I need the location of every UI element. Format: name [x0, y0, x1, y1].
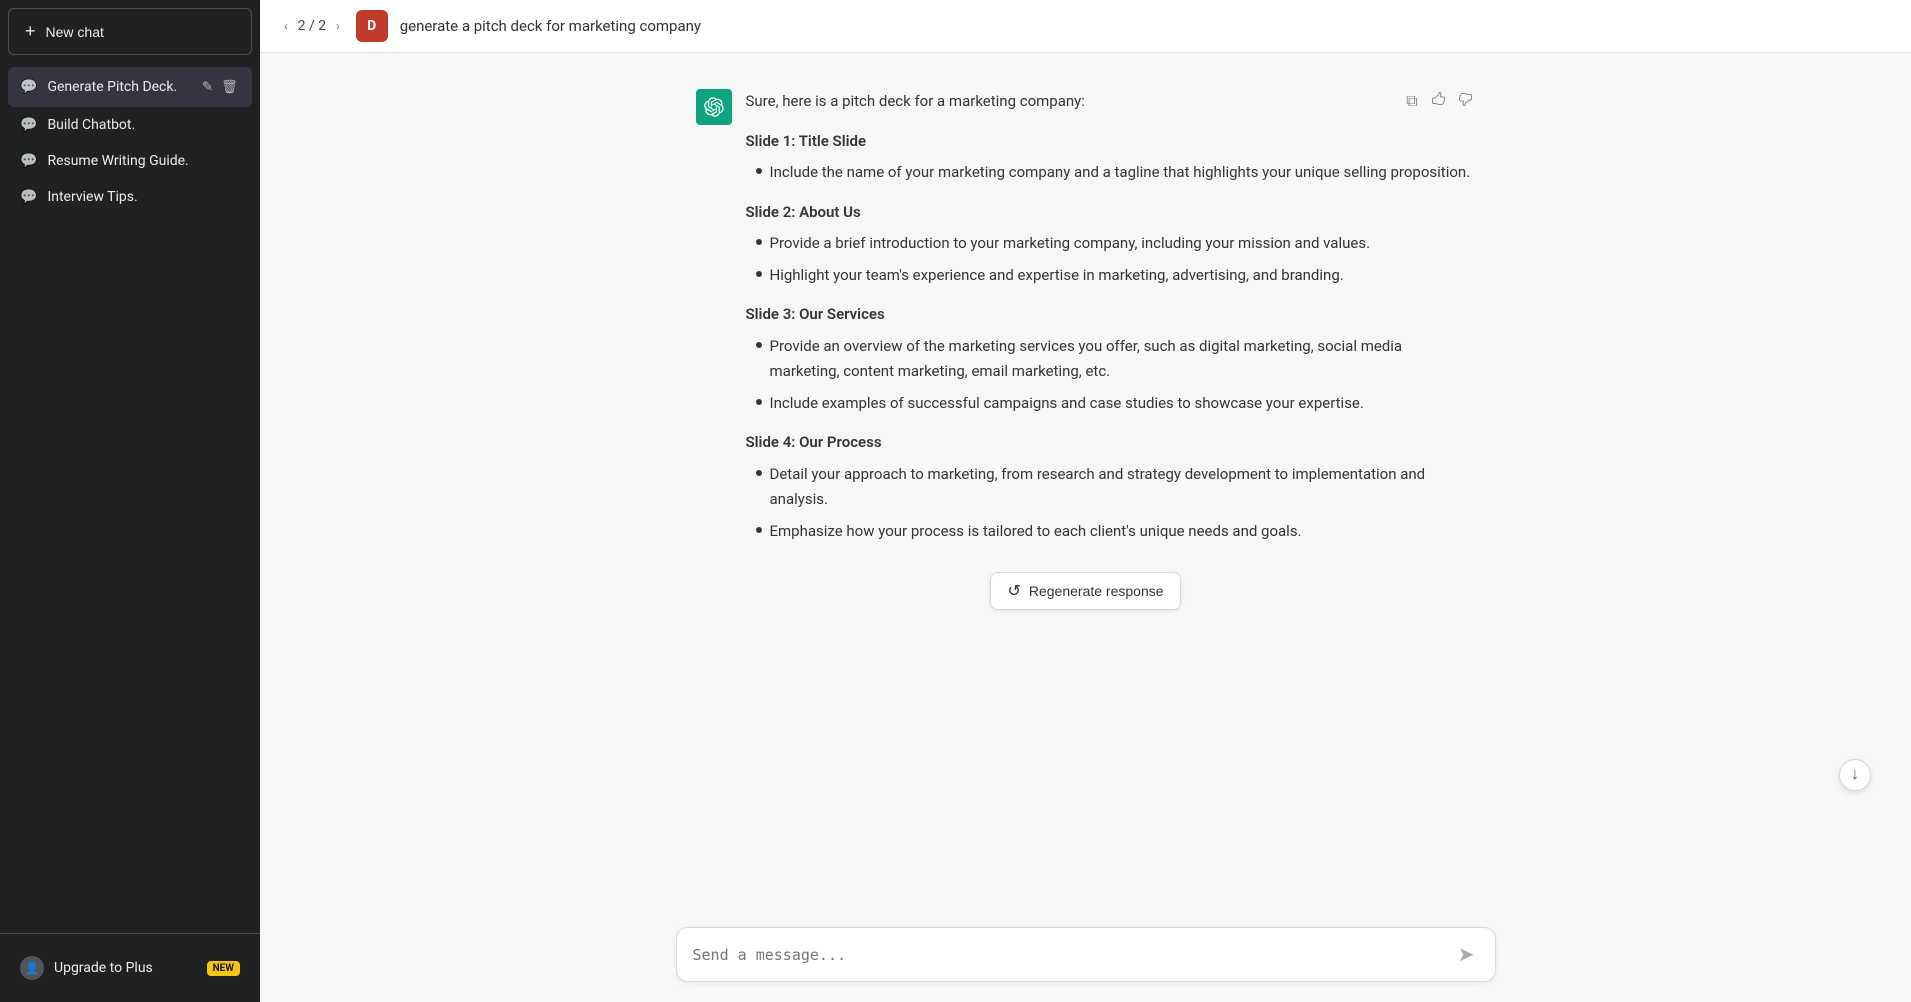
new-chat-label: New chat [46, 24, 104, 40]
bullet-icon [756, 168, 762, 174]
scroll-down-button[interactable]: ↓ [1839, 759, 1871, 791]
list-item: Provide a brief introduction to your mar… [756, 231, 1476, 257]
header: ‹ 2 / 2 › D generate a pitch deck for ma… [260, 0, 1911, 53]
bullet-icon [756, 239, 762, 245]
sidebar-bottom: 👤 Upgrade to Plus NEW [0, 933, 260, 1002]
upgrade-label: Upgrade to Plus [54, 960, 153, 976]
bullet-icon [756, 527, 762, 533]
next-arrow[interactable]: › [332, 17, 344, 35]
chat-list: 💬 Generate Pitch Deck. ✎ 🗑 💬 Build Chatb… [0, 63, 260, 933]
slide-3-heading: Slide 3: Our Services [746, 302, 1476, 328]
edit-chat-button[interactable]: ✎ [200, 77, 215, 97]
regenerate-bar: ↺ Regenerate response [260, 566, 1911, 622]
nav-counter: 2 / 2 [294, 16, 330, 36]
list-item: Include the name of your marketing compa… [756, 160, 1476, 186]
message-input[interactable] [693, 946, 1454, 964]
slide-2: Slide 2: About Us Provide a brief introd… [746, 200, 1476, 289]
conversation-title: generate a pitch deck for marketing comp… [400, 17, 701, 35]
new-badge: NEW [207, 961, 240, 976]
slide-4: Slide 4: Our Process Detail your approac… [746, 430, 1476, 544]
bullet-icon [756, 271, 762, 277]
sidebar-item-generate-pitch-deck[interactable]: 💬 Generate Pitch Deck. ✎ 🗑 [8, 67, 252, 107]
sidebar-item-label: Build Chatbot. [47, 117, 240, 133]
upgrade-to-plus-button[interactable]: 👤 Upgrade to Plus NEW [8, 946, 252, 990]
chat-icon: 💬 [20, 117, 37, 133]
gpt-avatar [696, 89, 732, 125]
sidebar: + New chat 💬 Generate Pitch Deck. ✎ 🗑 💬 … [0, 0, 260, 1002]
list-item: Highlight your team's experience and exp… [756, 263, 1476, 289]
slide-3: Slide 3: Our Services Provide an overvie… [746, 302, 1476, 416]
sidebar-item-resume-writing-guide[interactable]: 💬 Resume Writing Guide. [8, 143, 252, 179]
plus-icon: + [25, 21, 36, 42]
list-item: Detail your approach to marketing, from … [756, 462, 1476, 513]
slide-1-heading: Slide 1: Title Slide [746, 129, 1476, 155]
slide-3-list: Provide an overview of the marketing ser… [746, 334, 1476, 417]
nav-arrows: ‹ 2 / 2 › [280, 16, 344, 36]
message-content: Sure, here is a pitch deck for a marketi… [746, 89, 1476, 550]
sidebar-item-build-chatbot[interactable]: 💬 Build Chatbot. [8, 107, 252, 143]
bullet-icon [756, 342, 762, 348]
prev-arrow[interactable]: ‹ [280, 17, 292, 35]
message-actions: ⧉ [1404, 89, 1475, 114]
main-panel: ‹ 2 / 2 › D generate a pitch deck for ma… [260, 0, 1911, 1002]
slide-4-list: Detail your approach to marketing, from … [746, 462, 1476, 545]
input-area: ➤ [260, 915, 1911, 1002]
chat-icon: 💬 [20, 189, 37, 205]
sidebar-item-label: Interview Tips. [47, 189, 240, 205]
user-icon: 👤 [20, 956, 44, 980]
bullet-icon [756, 470, 762, 476]
assistant-message: Sure, here is a pitch deck for a marketi… [676, 73, 1496, 566]
slide-1-list: Include the name of your marketing compa… [746, 160, 1476, 186]
message-input-container: ➤ [676, 927, 1496, 982]
regenerate-icon: ↺ [1007, 581, 1020, 601]
regenerate-response-button[interactable]: ↺ Regenerate response [990, 572, 1180, 610]
sidebar-item-label: Generate Pitch Deck. [47, 79, 189, 95]
list-item: Include examples of successful campaigns… [756, 391, 1476, 417]
delete-chat-button[interactable]: 🗑 [219, 77, 240, 97]
slide-4-heading: Slide 4: Our Process [746, 430, 1476, 456]
thumbs-down-icon [1458, 91, 1474, 107]
copy-button[interactable]: ⧉ [1404, 89, 1419, 114]
list-item: Emphasize how your process is tailored t… [756, 519, 1476, 545]
send-button[interactable]: ➤ [1454, 940, 1479, 969]
list-item: Provide an overview of the marketing ser… [756, 334, 1476, 385]
thumbs-down-button[interactable] [1456, 89, 1476, 114]
new-chat-button[interactable]: + New chat [8, 8, 252, 55]
message-intro: Sure, here is a pitch deck for a marketi… [746, 89, 1476, 115]
chat-icon: 💬 [20, 79, 37, 95]
openai-logo [704, 97, 724, 117]
thumbs-up-icon [1430, 91, 1446, 107]
chat-item-actions: ✎ 🗑 [200, 77, 240, 97]
sidebar-item-interview-tips[interactable]: 💬 Interview Tips. [8, 179, 252, 215]
chat-icon: 💬 [20, 153, 37, 169]
slide-1: Slide 1: Title Slide Include the name of… [746, 129, 1476, 186]
slide-2-list: Provide a brief introduction to your mar… [746, 231, 1476, 288]
user-avatar: D [356, 10, 388, 42]
messages-area: Sure, here is a pitch deck for a marketi… [260, 53, 1911, 879]
sidebar-item-label: Resume Writing Guide. [47, 153, 240, 169]
regenerate-label: Regenerate response [1029, 583, 1164, 599]
thumbs-up-button[interactable] [1428, 89, 1448, 114]
bullet-icon [756, 399, 762, 405]
slide-2-heading: Slide 2: About Us [746, 200, 1476, 226]
